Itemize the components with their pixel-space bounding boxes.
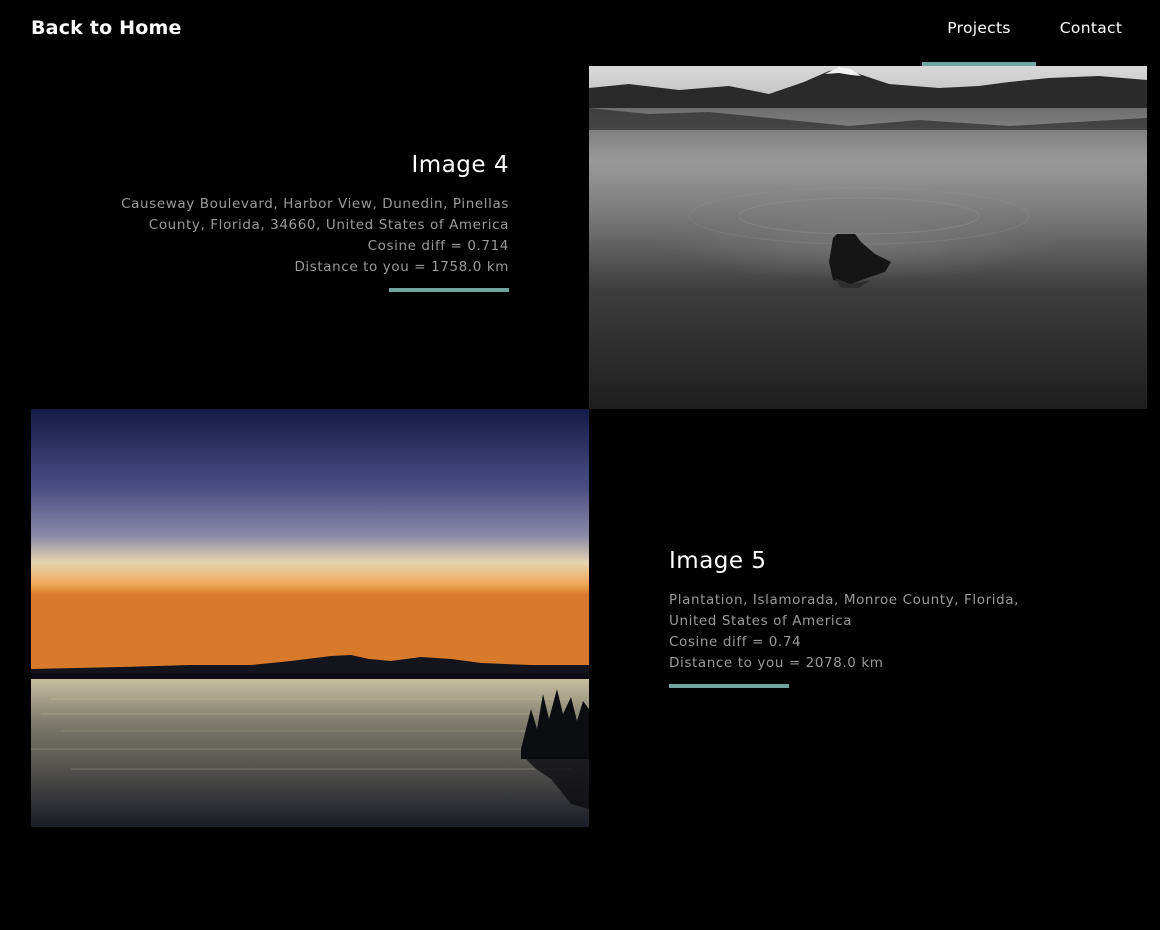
image-5-accent-bar — [669, 684, 789, 688]
image-5-caption: Image 5 Plantation, Islamorada, Monroe C… — [669, 546, 1049, 674]
image-4-address-line-1: Causeway Boulevard, Harbor View, Dunedin… — [121, 196, 509, 212]
image-4-cosine-diff: Cosine diff = 0.714 — [367, 238, 509, 254]
back-to-home-link[interactable]: Back to Home — [31, 17, 182, 39]
image-4-address-line-2: County, Florida, 34660, United States of… — [148, 217, 509, 233]
image-4-photo[interactable] — [589, 66, 1147, 409]
nav-contact[interactable]: Contact — [1046, 19, 1136, 37]
image-5-photo[interactable] — [31, 409, 589, 827]
image-4-caption: Image 4 Causeway Boulevard, Harbor View,… — [100, 150, 509, 278]
image-5-address-line-2: United States of America — [669, 613, 853, 629]
image-5-cosine-diff: Cosine diff = 0.74 — [669, 634, 802, 650]
image-4-distance: Distance to you = 1758.0 km — [294, 259, 509, 275]
image-5-address-line-1: Plantation, Islamorada, Monroe County, F… — [669, 592, 1020, 608]
image-5-title: Image 5 — [669, 548, 767, 574]
image-4-accent-bar — [389, 288, 509, 292]
page: Back to Home Projects Contact Image 4 Ca… — [0, 0, 1160, 930]
image-5-distance: Distance to you = 2078.0 km — [669, 655, 884, 671]
nav-projects[interactable]: Projects — [922, 19, 1036, 37]
image-4-title: Image 4 — [411, 152, 509, 178]
